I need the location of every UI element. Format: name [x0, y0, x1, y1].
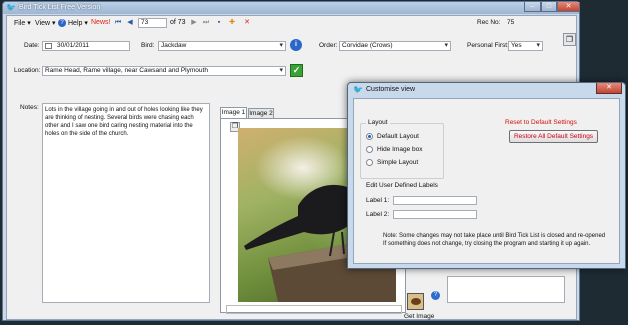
menu-news[interactable]: News!	[91, 19, 110, 26]
restore-defaults-button[interactable]: Restore All Default Settings	[509, 130, 598, 143]
dialog-title: Customise view	[366, 86, 416, 93]
hide-image-box-label: Hide Image box	[377, 146, 423, 153]
bird-label: Bird:	[141, 42, 155, 49]
labels-group-title: Edit User Defined Labels	[366, 182, 438, 189]
customise-view-dialog: 🐦 Customise view ✕ Layout Default Layout…	[347, 82, 626, 269]
save-icon[interactable]: ▪	[215, 19, 223, 27]
notes-textarea[interactable]: Lots in the village going in and out of …	[42, 103, 210, 303]
location-label: Location:	[14, 67, 41, 74]
record-total: of 73	[170, 19, 186, 26]
order-label: Order:	[319, 42, 338, 49]
app-bird-icon: 🐦	[6, 3, 16, 12]
menu-help[interactable]: Help ▾	[68, 19, 88, 27]
hide-image-box-radio[interactable]	[366, 146, 373, 153]
previous-record-icon[interactable]: ◀	[126, 19, 134, 27]
add-record-icon[interactable]: ✚	[228, 19, 236, 27]
customise-view-icon[interactable]: ❐	[563, 33, 576, 46]
window-title: Bird Tick List Free Version	[19, 4, 101, 11]
dialog-close-button[interactable]: ✕	[596, 83, 622, 94]
label1-input[interactable]	[393, 196, 477, 205]
label2-caption: Label 2:	[366, 211, 390, 218]
title-bar[interactable]: 🐦 Bird Tick List Free Version	[3, 2, 579, 14]
tab-image-2[interactable]: Image 2	[248, 108, 274, 118]
tab-image-1[interactable]: Image 1	[220, 107, 247, 118]
simple-layout-label: Simple Layout	[377, 159, 419, 166]
dialog-client-area: Layout Default Layout Hide Image box Sim…	[353, 98, 620, 264]
minimize-button[interactable]: –	[524, 2, 541, 12]
personal-first-dropdown[interactable]: Yes	[508, 41, 543, 51]
menu-file[interactable]: File ▾	[14, 19, 31, 27]
label1-caption: Label 1:	[366, 197, 390, 204]
notes-label: Notes:	[20, 104, 39, 111]
note-line-2: If something does not change, try closin…	[383, 241, 591, 247]
confirm-location-icon[interactable]: ✓	[290, 64, 303, 77]
menu-view[interactable]: View ▾	[35, 19, 56, 27]
bird-info-icon[interactable]: i	[290, 39, 302, 51]
layout-group-title: Layout	[366, 119, 390, 126]
date-field[interactable]: 30/01/2011	[42, 41, 130, 51]
maximize-button[interactable]: □	[541, 2, 557, 12]
date-label: Date:	[24, 42, 40, 49]
label2-input[interactable]	[393, 210, 477, 219]
rec-no-value: 75	[507, 19, 515, 26]
location-dropdown[interactable]: Rame Head, Rame village, near Cawsand an…	[42, 66, 286, 76]
default-layout-label: Default Layout	[377, 133, 419, 140]
close-window-button[interactable]: ✕	[557, 2, 580, 12]
get-image-label: Get Image	[404, 313, 435, 320]
get-image-icon[interactable]	[407, 293, 424, 310]
next-record-icon[interactable]: ▶	[190, 19, 198, 27]
first-record-icon[interactable]: ⏮	[114, 19, 122, 27]
dialog-bird-icon: 🐦	[353, 85, 363, 94]
checkbox-icon[interactable]	[45, 43, 52, 49]
simple-layout-radio[interactable]	[366, 159, 373, 166]
personal-first-label: Personal First:	[467, 42, 509, 49]
help-icon: ?	[58, 19, 66, 27]
delete-record-icon[interactable]: ✕	[243, 19, 251, 27]
image-caption-field[interactable]	[226, 305, 402, 314]
order-dropdown[interactable]: Corvidae (Crows)	[339, 41, 451, 51]
note-line-1: Note: Some changes may not take place un…	[383, 233, 606, 239]
last-record-icon[interactable]: ⏭	[202, 19, 210, 27]
current-record-field[interactable]: 73	[138, 18, 167, 28]
bird-dropdown[interactable]: Jackdaw	[158, 41, 286, 51]
default-layout-radio[interactable]	[366, 133, 373, 140]
image-help-icon[interactable]: ?	[431, 291, 440, 300]
extra-info-panel	[447, 276, 565, 303]
reset-title: Reset to Default Settings	[505, 119, 577, 126]
rec-no-label: Rec No:	[477, 19, 501, 26]
